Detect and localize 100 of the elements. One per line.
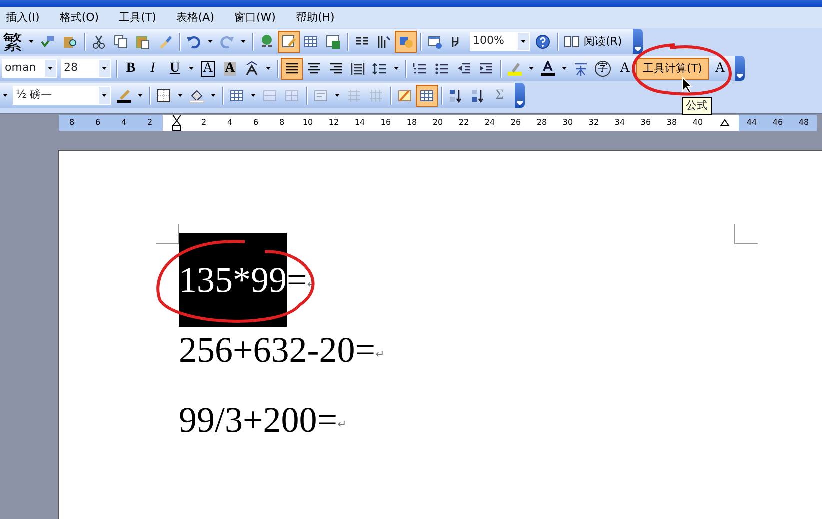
font-name-field[interactable]: oman xyxy=(2,59,57,78)
ruler-number: 18 xyxy=(406,117,418,129)
toolbar-options-handle[interactable] xyxy=(633,29,644,54)
caret-icon xyxy=(28,39,35,44)
caret-icon xyxy=(177,93,184,98)
caret-icon xyxy=(137,93,144,98)
table-icon xyxy=(229,88,245,104)
bulleted-list-icon xyxy=(434,60,450,76)
ruler-number: 16 xyxy=(380,117,392,129)
ruler-number: 6 xyxy=(252,117,260,129)
toolbar-button[interactable]: A xyxy=(709,58,732,80)
split-cells-icon xyxy=(284,88,300,104)
ruler-number: 48 xyxy=(798,117,810,129)
caret-icon xyxy=(210,93,217,98)
line-spacing-icon xyxy=(372,60,388,76)
scissors-icon xyxy=(91,34,107,50)
caret-icon xyxy=(520,39,527,44)
menu-item[interactable]: 格式(O) xyxy=(58,7,102,28)
caret-icon xyxy=(334,93,341,98)
caret-icon xyxy=(250,93,257,98)
corner-mark-icon xyxy=(156,224,180,245)
numbered-list-icon xyxy=(412,60,428,76)
paragraph-mark: ↵ xyxy=(338,417,347,433)
ruler-number: 14 xyxy=(354,117,366,129)
ruler-number: 30 xyxy=(562,117,574,129)
ruler-number: 32 xyxy=(588,117,600,129)
ruler-number: 20 xyxy=(432,117,444,129)
align-right-icon xyxy=(328,60,344,76)
align-center-icon xyxy=(306,60,322,76)
toolbar-button[interactable]: 阅读(R) xyxy=(561,30,630,52)
tooltip-text: 公式 xyxy=(682,97,712,115)
caret-icon xyxy=(561,66,568,71)
ruler-number: 10 xyxy=(302,117,314,129)
sort-descending-icon xyxy=(470,88,486,104)
font-size-field[interactable]: 28 xyxy=(61,59,111,78)
ruler-number: 34 xyxy=(614,117,626,129)
spreadsheet-icon xyxy=(325,34,341,50)
toolbar-button[interactable]: A xyxy=(197,58,219,80)
ruler-number: 2 xyxy=(146,117,154,129)
toolbar-button[interactable]: U xyxy=(164,58,186,80)
ruler-number: 44 xyxy=(746,117,758,129)
ruler-number: 38 xyxy=(666,117,678,129)
ruler-number: 46 xyxy=(772,117,784,129)
text-effects-icon xyxy=(244,60,260,76)
window-icon xyxy=(427,34,443,50)
sort-ascending-icon xyxy=(448,88,464,104)
copy-icon xyxy=(113,34,129,50)
distribute-rows-icon xyxy=(346,88,362,104)
border-icon xyxy=(156,88,172,104)
ruler-number: 8 xyxy=(68,117,76,129)
ruler-number: 12 xyxy=(328,117,340,129)
highlighter-icon xyxy=(507,60,523,76)
document-text: 256+632-20= xyxy=(179,329,376,372)
menu-item[interactable]: 帮助(H) xyxy=(294,7,337,28)
caret-icon xyxy=(47,66,54,71)
ruler-number: 26 xyxy=(510,117,522,129)
caret-icon xyxy=(207,39,214,44)
line-weight-field[interactable]: ½ 磅— xyxy=(13,86,111,105)
menu-item[interactable]: 窗口(W) xyxy=(232,7,278,28)
drawing-icon xyxy=(376,34,392,50)
caret-icon xyxy=(635,46,642,51)
ruler-number: 24 xyxy=(484,117,496,129)
table-icon xyxy=(419,88,435,104)
toolbar-button[interactable]: A xyxy=(614,58,636,80)
caret-icon xyxy=(393,66,400,71)
caret-icon xyxy=(265,66,272,71)
toolbar-button[interactable]: I xyxy=(142,58,164,80)
pen-color-icon xyxy=(116,88,132,104)
distributed-icon xyxy=(350,60,366,76)
font-color-icon xyxy=(540,60,556,76)
ruler-number: 40 xyxy=(692,117,704,129)
selected-text: 135*99 xyxy=(179,233,287,327)
caret-icon xyxy=(2,93,9,98)
toolbar-options-handle[interactable] xyxy=(515,83,525,108)
distribute-columns-icon xyxy=(368,88,384,104)
caret-icon xyxy=(240,39,247,44)
caret-icon xyxy=(101,66,108,71)
toolbar-button[interactable] xyxy=(281,58,303,80)
menu-item[interactable]: 工具(T) xyxy=(117,7,158,28)
caret-icon xyxy=(528,66,535,71)
caret-icon xyxy=(737,73,744,78)
caret-icon xyxy=(517,100,523,105)
table-autoformat-icon xyxy=(397,88,413,104)
toolbar-button[interactable]: 工具计算(T) xyxy=(636,58,710,80)
zoom-field[interactable]: 100% xyxy=(470,32,530,51)
mouse-pointer-icon xyxy=(682,77,694,94)
spell-check-icon xyxy=(40,34,56,50)
outdent-icon xyxy=(456,60,472,76)
paint-bucket-icon xyxy=(189,88,205,104)
toolbar-button[interactable]: B xyxy=(120,58,142,80)
menu-item[interactable]: 表格(A) xyxy=(174,7,216,28)
toolbar-button[interactable]: 繁 xyxy=(0,30,26,52)
toolbar-button[interactable]: A xyxy=(219,58,241,80)
toolbar-options-handle[interactable] xyxy=(735,56,746,81)
caret-icon xyxy=(188,66,195,71)
document-text: = xyxy=(287,259,308,302)
align-justify-icon xyxy=(284,60,300,76)
ruler-number: 22 xyxy=(458,117,470,129)
menu-item[interactable]: 插入(I) xyxy=(4,7,42,28)
ruler-number: 4 xyxy=(226,117,234,129)
